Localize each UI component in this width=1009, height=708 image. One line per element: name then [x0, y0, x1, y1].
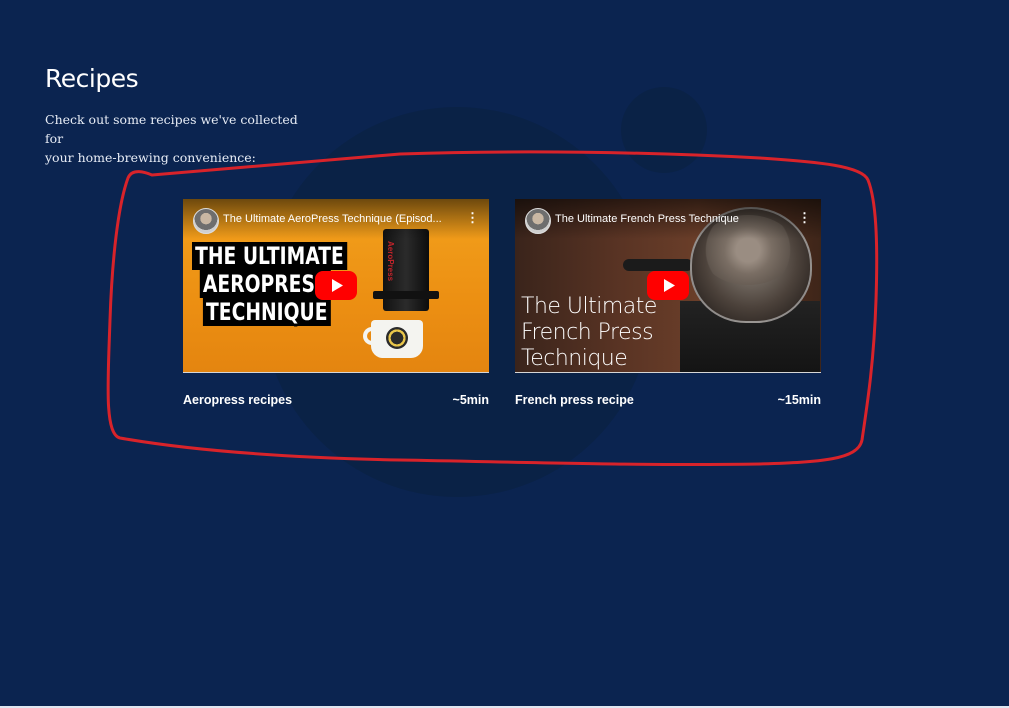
intro-line-1: Check out some recipes we've collected f…: [45, 112, 298, 146]
thumbnail-line: Technique: [521, 346, 628, 371]
page-title: Recipes: [45, 64, 139, 93]
recipe-card-aeropress: THE ULTIMATE AEROPRESS TECHNIQUE AeroPre…: [183, 199, 489, 407]
channel-avatar-icon[interactable]: [193, 208, 219, 234]
video-title-link[interactable]: The Ultimate French Press Technique: [555, 212, 795, 226]
youtube-play-icon[interactable]: [315, 271, 357, 300]
kebab-menu-icon[interactable]: ⋮: [798, 211, 811, 225]
thumbnail-text: The Ultimate French Press Technique: [521, 294, 657, 372]
video-title-link[interactable]: The Ultimate AeroPress Technique (Episod…: [223, 212, 463, 226]
recipe-caption: French press recipe ~15min: [515, 391, 821, 409]
recipe-duration: ~5min: [452, 393, 489, 407]
french-press-handle-image: [623, 259, 693, 271]
thumbnail-line: AEROPRESS: [199, 270, 331, 298]
recipes-page: Recipes Check out some recipes we've col…: [0, 0, 1009, 706]
recipe-duration: ~15min: [777, 393, 821, 407]
intro-line-2: your home-brewing convenience:: [45, 150, 256, 165]
kebab-menu-icon[interactable]: ⋮: [466, 211, 479, 225]
recipe-name: French press recipe: [515, 393, 634, 407]
thumbnail-text: THE ULTIMATE AEROPRESS TECHNIQUE: [192, 242, 347, 326]
channel-avatar-icon[interactable]: [525, 208, 551, 234]
recipe-name: Aeropress recipes: [183, 393, 293, 407]
mug-logo-image: [386, 327, 408, 349]
background-small-circle: [621, 87, 707, 173]
thumbnail-line: The Ultimate: [521, 294, 657, 319]
intro-text: Check out some recipes we've collected f…: [45, 110, 315, 167]
video-embed-french-press[interactable]: The Ultimate French Press Technique The …: [515, 199, 821, 373]
aeropress-base-image: [373, 291, 439, 299]
thumbnail-line: TECHNIQUE: [202, 298, 331, 326]
aeropress-device-stamp: AeroPress: [386, 241, 395, 282]
video-embed-aeropress[interactable]: THE ULTIMATE AEROPRESS TECHNIQUE AeroPre…: [183, 199, 489, 373]
thumbnail-line: THE ULTIMATE: [192, 242, 347, 270]
youtube-play-icon[interactable]: [647, 271, 689, 300]
recipe-caption: Aeropress recipes ~5min: [183, 391, 489, 409]
recipe-card-french-press: The Ultimate French Press Technique The …: [515, 199, 821, 407]
thumbnail-line: French Press: [521, 320, 654, 345]
